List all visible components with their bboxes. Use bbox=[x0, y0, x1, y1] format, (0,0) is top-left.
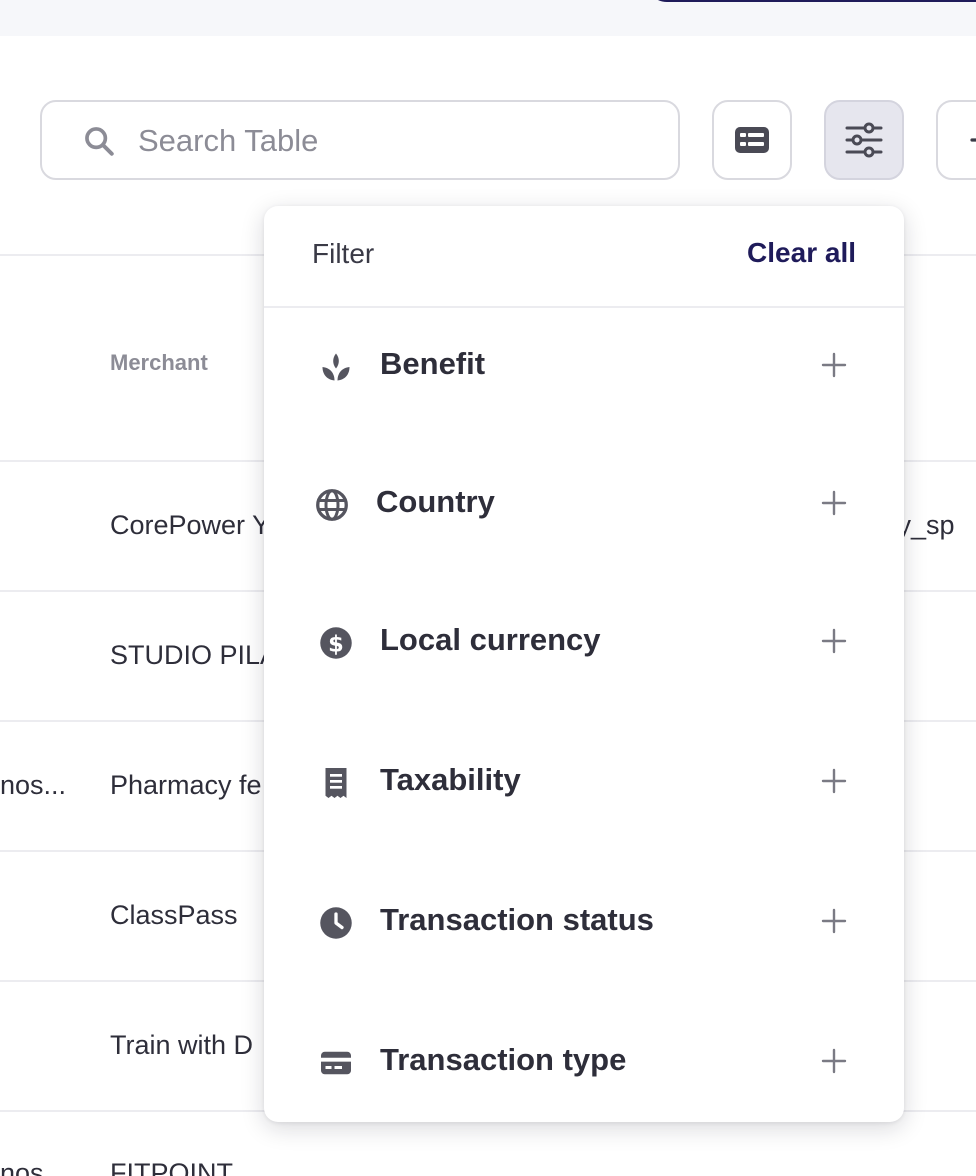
search-input[interactable] bbox=[138, 118, 638, 164]
globe-icon bbox=[316, 489, 348, 521]
filter-dropdown: Filter Clear all Benefit Country $ Local… bbox=[264, 206, 904, 1122]
search-box[interactable] bbox=[40, 100, 680, 180]
merchant-cell: Train with D bbox=[110, 1030, 254, 1060]
filter-item-country[interactable]: Country bbox=[264, 436, 904, 574]
description-cell: nos bbox=[0, 1158, 44, 1176]
filter-item-label: Local currency bbox=[380, 622, 601, 657]
credit-card-icon bbox=[321, 1051, 351, 1075]
filter-item-local-currency[interactable]: $ Local currency bbox=[264, 574, 904, 712]
receipt-icon bbox=[325, 768, 347, 798]
sliders-filter-icon bbox=[845, 122, 883, 158]
column-header-merchant[interactable]: Merchant bbox=[110, 350, 208, 376]
page: Merchant CorePower Y ty_sp STUDIO PILA n… bbox=[0, 0, 976, 1176]
plus-icon[interactable] bbox=[820, 907, 848, 935]
plus-icon[interactable] bbox=[820, 351, 848, 379]
filter-item-transaction-status[interactable]: Transaction status bbox=[264, 854, 904, 992]
filter-item-label: Transaction type bbox=[380, 1042, 627, 1077]
filter-item-label: Country bbox=[376, 484, 495, 519]
filter-item-label: Transaction status bbox=[380, 902, 654, 937]
plus-icon[interactable] bbox=[820, 489, 848, 517]
description-cell: nos... bbox=[0, 770, 67, 800]
merchant-cell: ClassPass bbox=[110, 900, 238, 930]
filter-item-label: Taxability bbox=[380, 762, 521, 797]
top-bar bbox=[0, 0, 976, 36]
search-icon bbox=[85, 127, 114, 156]
plus-icon[interactable] bbox=[820, 1047, 848, 1075]
filter-item-taxability[interactable]: Taxability bbox=[264, 714, 904, 852]
dollar-circle-icon: $ bbox=[320, 627, 352, 659]
clock-icon bbox=[320, 907, 352, 939]
add-button[interactable] bbox=[936, 100, 976, 180]
table-view-button[interactable] bbox=[712, 100, 792, 180]
svg-text:$: $ bbox=[328, 631, 344, 657]
filter-item-benefit[interactable]: Benefit bbox=[264, 298, 904, 436]
plus-icon bbox=[970, 138, 976, 142]
table-view-icon bbox=[735, 127, 769, 153]
plus-icon[interactable] bbox=[820, 767, 848, 795]
top-bar-pill-button[interactable] bbox=[646, 0, 976, 2]
filter-item-transaction-type[interactable]: Transaction type bbox=[264, 994, 904, 1122]
plus-icon[interactable] bbox=[820, 627, 848, 655]
merchant-cell: CorePower Y bbox=[110, 510, 271, 540]
filter-button[interactable] bbox=[824, 100, 904, 180]
merchant-cell: STUDIO PILA bbox=[110, 640, 279, 670]
sprout-icon bbox=[322, 353, 350, 381]
filter-item-label: Benefit bbox=[380, 346, 486, 381]
merchant-cell: FITPOINT bbox=[110, 1158, 233, 1176]
clear-all-button[interactable]: Clear all bbox=[747, 237, 856, 269]
filter-dropdown-header: Filter Clear all bbox=[264, 206, 904, 308]
merchant-cell: Pharmacy fe bbox=[110, 770, 262, 800]
filter-title: Filter bbox=[312, 238, 375, 269]
